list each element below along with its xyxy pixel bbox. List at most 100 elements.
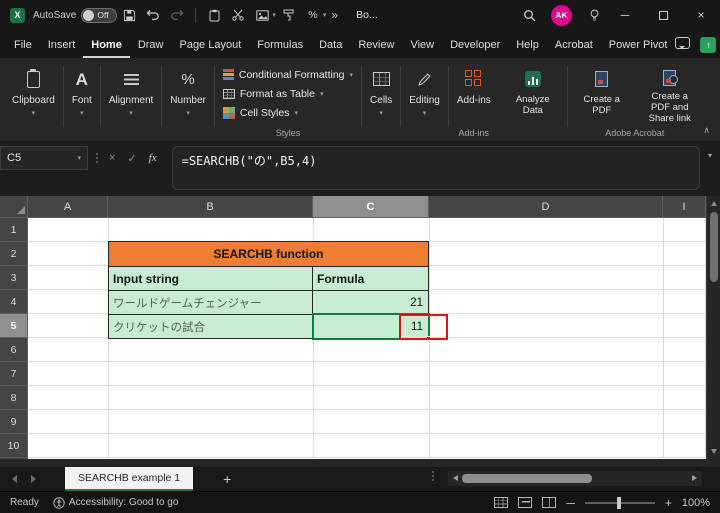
sheet-options-icon[interactable] — [432, 471, 434, 481]
horizontal-scroll-thumb[interactable] — [462, 474, 592, 483]
save-icon[interactable] — [120, 4, 138, 26]
expand-formula-bar-icon[interactable]: ▾ — [708, 151, 712, 160]
picture-icon[interactable] — [253, 4, 271, 26]
scroll-down-icon[interactable] — [711, 449, 717, 454]
tab-data[interactable]: Data — [311, 33, 350, 58]
accessibility-status[interactable]: Accessibility: Good to go — [53, 496, 178, 509]
lightbulb-icon[interactable] — [585, 4, 603, 26]
zoom-slider-thumb[interactable] — [616, 496, 621, 509]
tab-help[interactable]: Help — [508, 33, 547, 58]
maximize-button[interactable] — [644, 0, 682, 30]
name-box[interactable]: C5 ▾ — [0, 146, 88, 170]
collapse-ribbon-icon[interactable]: ∧ — [703, 125, 710, 136]
more-commands-icon[interactable]: » — [331, 8, 338, 22]
cells-group-button[interactable]: Cells ▾ — [362, 61, 400, 141]
undo-icon[interactable] — [144, 4, 162, 26]
column-header-a[interactable]: A — [28, 196, 108, 218]
row-header-4[interactable]: 4 — [0, 290, 28, 314]
insert-function-icon[interactable]: fx — [144, 152, 162, 164]
tab-review[interactable]: Review — [350, 33, 402, 58]
tab-developer[interactable]: Developer — [442, 33, 508, 58]
drag-handle-icon[interactable] — [96, 153, 98, 163]
tab-power-pivot[interactable]: Power Pivot — [601, 33, 676, 58]
formula-input[interactable]: =SEARCHB("の",B5,4) — [171, 146, 700, 190]
cell-b2-title[interactable]: SEARCHB function — [109, 242, 428, 266]
zoom-in-icon[interactable]: + — [665, 496, 672, 510]
scroll-up-icon[interactable] — [711, 201, 717, 206]
editing-group-button[interactable]: Editing ▾ — [401, 61, 448, 141]
tab-home[interactable]: Home — [83, 33, 130, 58]
page-layout-view-icon[interactable] — [518, 497, 533, 508]
format-as-table-button[interactable]: Format as Table ▾ — [222, 84, 323, 103]
row-header-6[interactable]: 6 — [0, 338, 28, 362]
share-icon[interactable]: ↑ — [700, 37, 717, 53]
vertical-scroll-thumb[interactable] — [710, 212, 718, 282]
zoom-level[interactable]: 100% — [682, 497, 710, 509]
sheet-nav-right-icon[interactable] — [31, 475, 36, 483]
chevron-down-icon[interactable]: ▾ — [272, 11, 276, 19]
row-header-10[interactable]: 10 — [0, 434, 28, 458]
styles-group-label[interactable]: Styles — [215, 128, 361, 138]
tab-acrobat[interactable]: Acrobat — [547, 33, 601, 58]
enter-icon[interactable]: ✓ — [122, 152, 141, 165]
cell-b5[interactable]: クリケットの試合 — [109, 315, 313, 338]
row-header-2[interactable]: 2 — [0, 242, 28, 266]
cell-grid[interactable]: SEARCHB function Input string Formula ワー… — [28, 218, 706, 458]
cell-b4[interactable]: ワールドゲームチェンジャー — [109, 291, 313, 314]
redo-icon[interactable] — [168, 4, 186, 26]
tab-page-layout[interactable]: Page Layout — [171, 33, 249, 58]
column-header-d[interactable]: D — [429, 196, 663, 218]
avatar[interactable]: AK — [551, 4, 572, 26]
vertical-scrollbar[interactable] — [706, 196, 720, 459]
page-break-view-icon[interactable] — [542, 497, 557, 508]
row-header-7[interactable]: 7 — [0, 362, 28, 386]
conditional-formatting-button[interactable]: Conditional Formatting ▾ — [222, 65, 353, 84]
zoom-out-icon[interactable]: ─ — [566, 496, 575, 510]
cut-icon[interactable] — [229, 4, 247, 26]
alignment-group-button[interactable]: Alignment ▾ — [101, 61, 161, 141]
autosave-toggle[interactable]: Off — [81, 7, 118, 23]
search-icon[interactable] — [520, 4, 538, 26]
tab-file[interactable]: File — [6, 33, 40, 58]
horizontal-scrollbar[interactable] — [448, 471, 702, 486]
cancel-icon[interactable]: × — [104, 152, 120, 164]
new-sheet-icon[interactable]: + — [223, 471, 231, 487]
tab-draw[interactable]: Draw — [130, 33, 172, 58]
tab-insert[interactable]: Insert — [40, 33, 84, 58]
analyze-data-button[interactable]: Analyze Data — [499, 61, 567, 141]
tab-formulas[interactable]: Formulas — [249, 33, 311, 58]
cell-c3[interactable]: Formula — [313, 267, 428, 290]
zoom-slider[interactable] — [584, 496, 655, 509]
number-group-button[interactable]: % Number ▾ — [162, 61, 214, 141]
cell-b3[interactable]: Input string — [109, 267, 313, 290]
excel-logo-icon[interactable]: X — [10, 7, 25, 23]
row-header-5[interactable]: 5 — [0, 314, 28, 338]
scroll-left-icon[interactable] — [453, 475, 458, 481]
percent-style-icon[interactable]: % — [304, 4, 322, 26]
cell-styles-button[interactable]: Cell Styles ▾ — [222, 103, 298, 122]
comments-icon[interactable] — [675, 36, 691, 54]
minimize-button[interactable]: ─ — [606, 0, 644, 30]
row-header-3[interactable]: 3 — [0, 266, 28, 290]
chevron-down-icon[interactable]: ▾ — [323, 11, 327, 19]
close-button[interactable]: × — [682, 0, 720, 30]
sheet-nav-left-icon[interactable] — [12, 475, 17, 483]
column-header-i[interactable]: I — [663, 196, 706, 218]
clipboard-group-button[interactable]: Clipboard ▾ — [4, 61, 63, 141]
create-pdf-share-button[interactable]: Create a PDF and Share link Adobe Acroba… — [605, 61, 704, 141]
font-group-button[interactable]: A Font ▾ — [64, 61, 100, 141]
normal-view-icon[interactable] — [494, 497, 509, 508]
paste-icon[interactable] — [205, 4, 223, 26]
sheet-tab-active[interactable]: SEARCHB example 1 — [65, 467, 194, 491]
column-header-b[interactable]: B — [108, 196, 313, 218]
row-header-9[interactable]: 9 — [0, 410, 28, 434]
format-painter-icon[interactable] — [280, 4, 298, 26]
tab-view[interactable]: View — [402, 33, 442, 58]
select-all-corner[interactable] — [0, 196, 28, 218]
row-header-1[interactable]: 1 — [0, 218, 28, 242]
cell-c4[interactable]: 21 — [313, 291, 428, 314]
column-header-c[interactable]: C — [313, 196, 429, 218]
row-header-8[interactable]: 8 — [0, 386, 28, 410]
scroll-right-icon[interactable] — [692, 475, 697, 481]
addins-button[interactable]: Add-ins Add-ins — [449, 61, 499, 141]
